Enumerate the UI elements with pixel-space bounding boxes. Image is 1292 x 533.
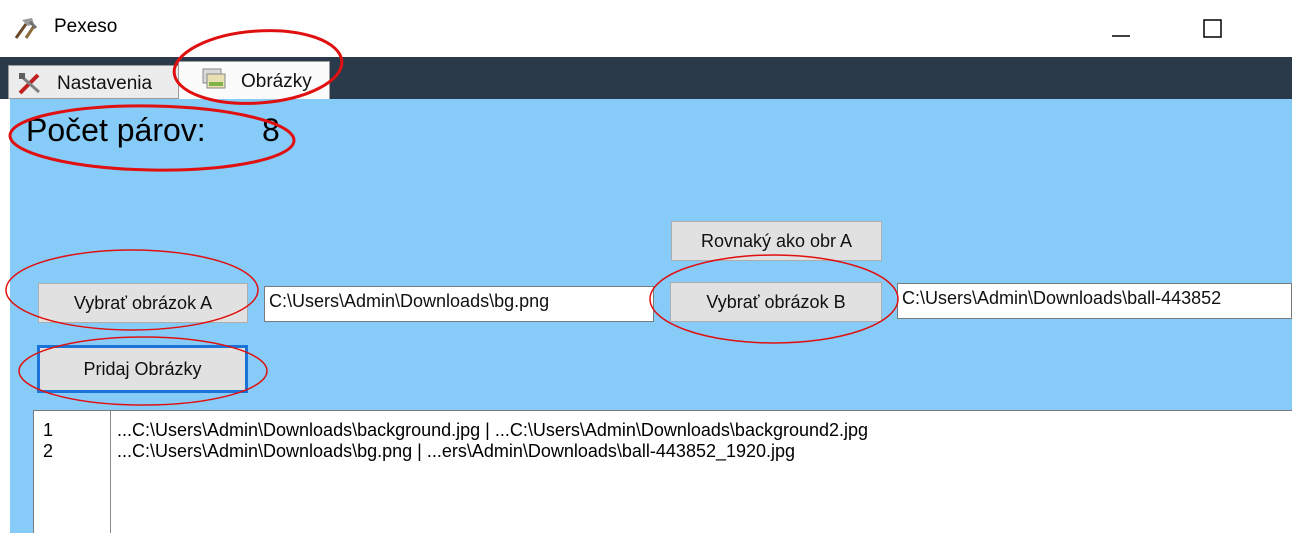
tab-obrazky-label: Obrázky: [241, 71, 312, 92]
list-item-number: 2: [43, 441, 54, 461]
app-icon: [14, 18, 38, 39]
tab-obrazky[interactable]: Obrázky: [178, 61, 330, 99]
add-images-button[interactable]: Pridaj Obrázky: [37, 345, 248, 393]
list-item[interactable]: ...C:\Users\Admin\Downloads\background.j…: [117, 420, 868, 441]
pairs-count-value: 8: [262, 112, 280, 148]
image-b-path-field[interactable]: C:\Users\Admin\Downloads\ball-443852: [897, 283, 1292, 319]
list-item[interactable]: ...C:\Users\Admin\Downloads\bg.png | ...…: [117, 441, 795, 462]
images-icon: [202, 68, 226, 89]
maximize-icon[interactable]: [1190, 8, 1234, 48]
image-a-path-field[interactable]: C:\Users\Admin\Downloads\bg.png: [264, 286, 654, 322]
tab-strip: Nastavenia Obrázky: [0, 57, 1292, 99]
list-column-divider: [110, 411, 111, 533]
tab-nastavenia-label: Nastavenia: [57, 73, 153, 94]
title-bar: Pexeso: [0, 0, 1292, 57]
window-title: Pexeso: [54, 16, 118, 37]
pairs-count-label: Počet párov:: [26, 112, 206, 148]
select-image-b-button[interactable]: Vybrať obrázok B: [670, 282, 882, 322]
tab-nastavenia[interactable]: Nastavenia: [8, 65, 188, 99]
same-as-a-button[interactable]: Rovnaký ako obr A: [671, 221, 882, 261]
minimize-icon[interactable]: [1098, 8, 1142, 48]
list-item-number: 1: [43, 420, 54, 440]
select-image-a-button[interactable]: Vybrať obrázok A: [38, 283, 248, 323]
tools-icon: [18, 73, 40, 95]
